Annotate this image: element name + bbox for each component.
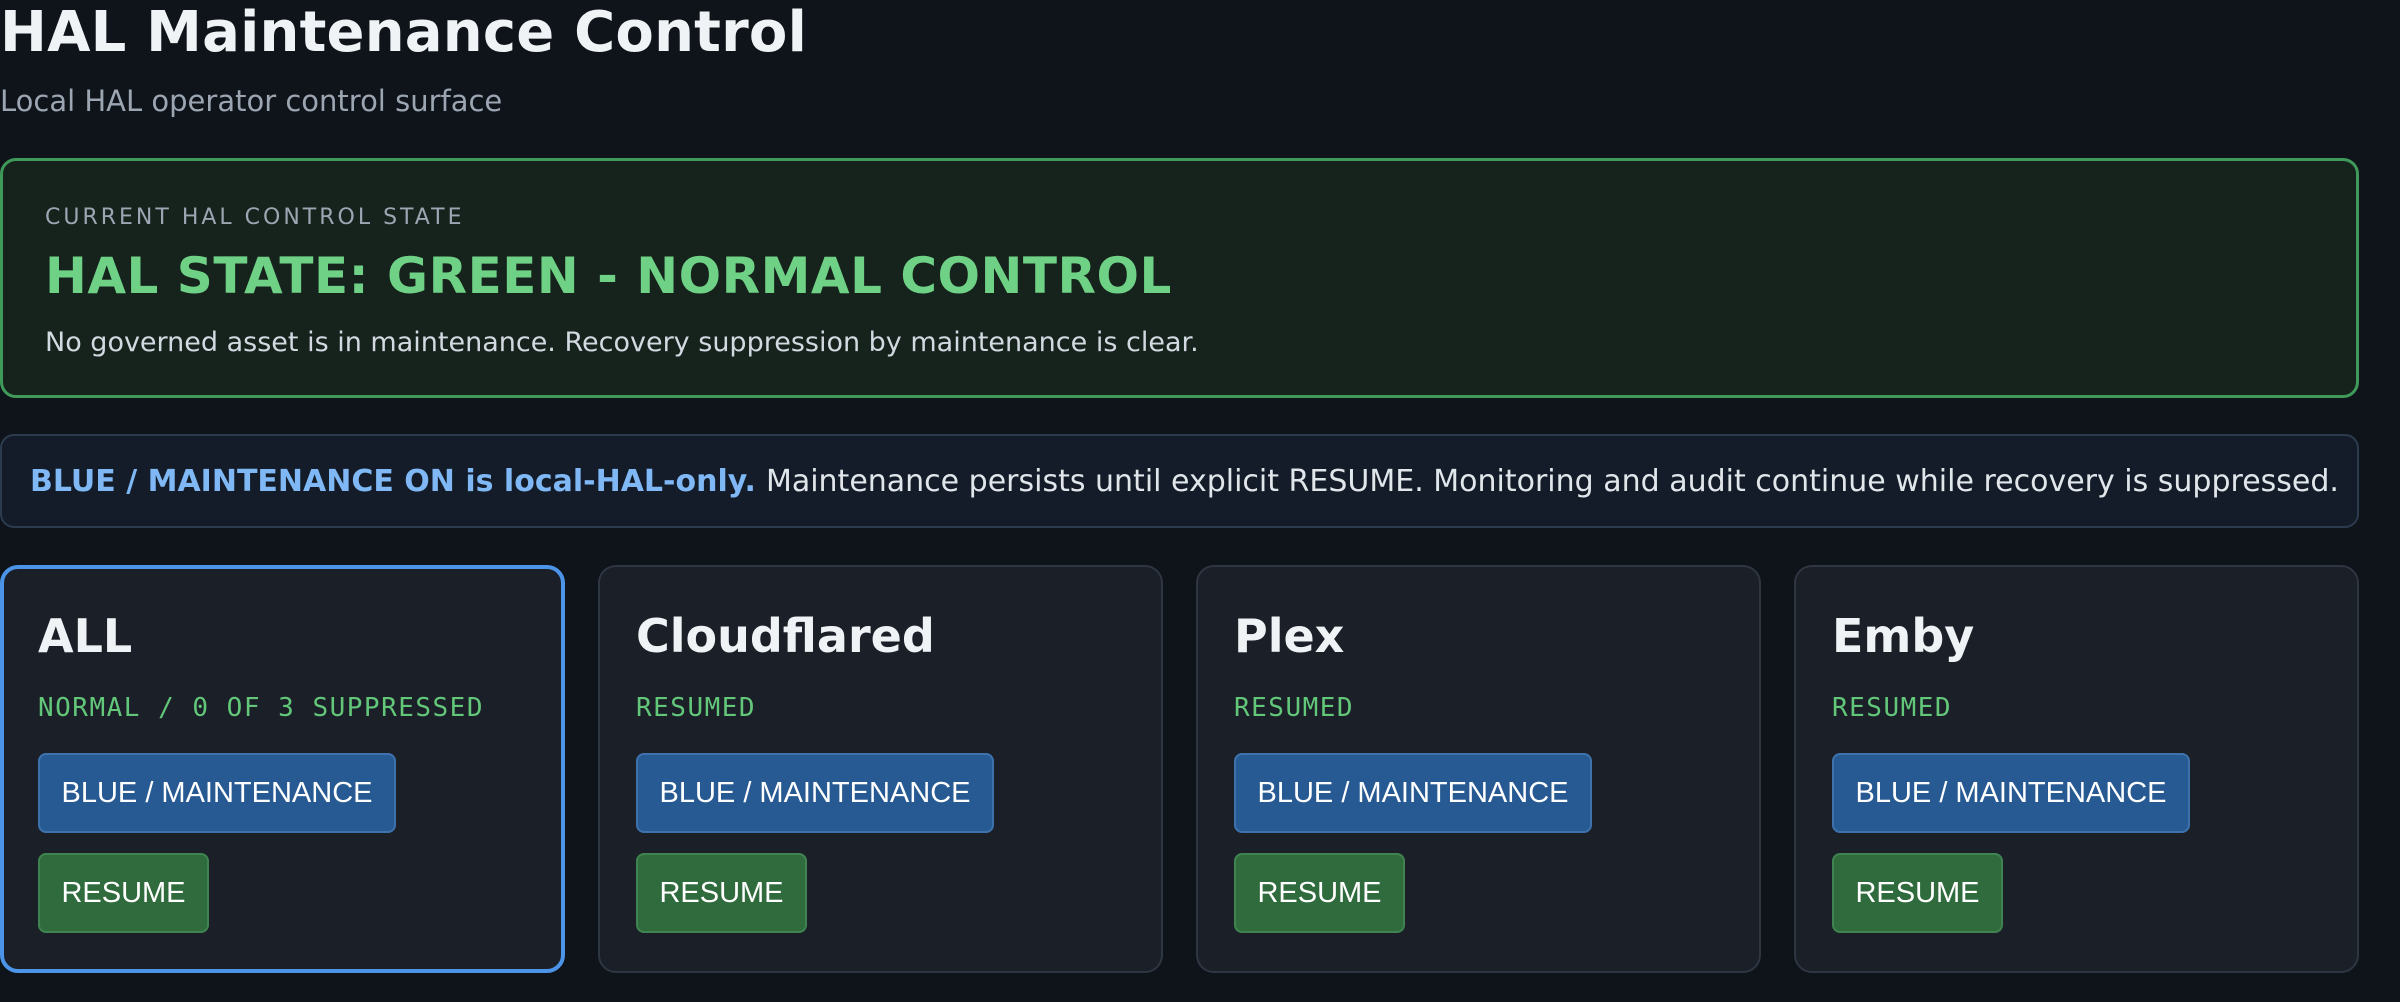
info-banner-text: Maintenance persists until explicit RESU… <box>765 463 2339 499</box>
card-title: Emby <box>1832 609 1975 663</box>
asset-card-plex[interactable]: Plex RESUMED BLUE / MAINTENANCE RESUME <box>1196 565 1761 973</box>
card-status: RESUMED <box>1234 693 1355 723</box>
maintenance-button[interactable]: BLUE / MAINTENANCE <box>1234 753 1592 833</box>
resume-button[interactable]: RESUME <box>38 853 209 933</box>
page-subtitle: Local HAL operator control surface <box>0 84 503 118</box>
card-status: NORMAL / 0 OF 3 SUPPRESSED <box>38 693 484 723</box>
maintenance-info-banner: BLUE / MAINTENANCE ON is local-HAL-only.… <box>0 434 2359 528</box>
maintenance-button[interactable]: BLUE / MAINTENANCE <box>1832 753 2190 833</box>
resume-button[interactable]: RESUME <box>1234 853 1405 933</box>
card-status: RESUMED <box>636 693 757 723</box>
asset-card-all[interactable]: ALL NORMAL / 0 OF 3 SUPPRESSED BLUE / MA… <box>0 565 565 973</box>
page-title: HAL Maintenance Control <box>0 0 808 65</box>
state-eyebrow: CURRENT HAL CONTROL STATE <box>45 205 465 230</box>
asset-card-grid: ALL NORMAL / 0 OF 3 SUPPRESSED BLUE / MA… <box>0 565 2359 973</box>
state-headline: HAL STATE: GREEN - NORMAL CONTROL <box>45 247 1172 305</box>
state-detail: No governed asset is in maintenance. Rec… <box>45 327 1199 358</box>
info-banner-emphasis: BLUE / MAINTENANCE ON is local-HAL-only. <box>30 463 756 499</box>
card-title: ALL <box>38 609 133 663</box>
asset-card-cloudflared[interactable]: Cloudflared RESUMED BLUE / MAINTENANCE R… <box>598 565 1163 973</box>
card-title: Plex <box>1234 609 1345 663</box>
hal-state-panel: CURRENT HAL CONTROL STATE HAL STATE: GRE… <box>0 158 2359 398</box>
page: HAL Maintenance Control Local HAL operat… <box>0 0 2400 1002</box>
resume-button[interactable]: RESUME <box>1832 853 2003 933</box>
asset-card-emby[interactable]: Emby RESUMED BLUE / MAINTENANCE RESUME <box>1794 565 2359 973</box>
maintenance-button[interactable]: BLUE / MAINTENANCE <box>38 753 396 833</box>
card-status: RESUMED <box>1832 693 1953 723</box>
card-title: Cloudflared <box>636 609 935 663</box>
maintenance-button[interactable]: BLUE / MAINTENANCE <box>636 753 994 833</box>
resume-button[interactable]: RESUME <box>636 853 807 933</box>
